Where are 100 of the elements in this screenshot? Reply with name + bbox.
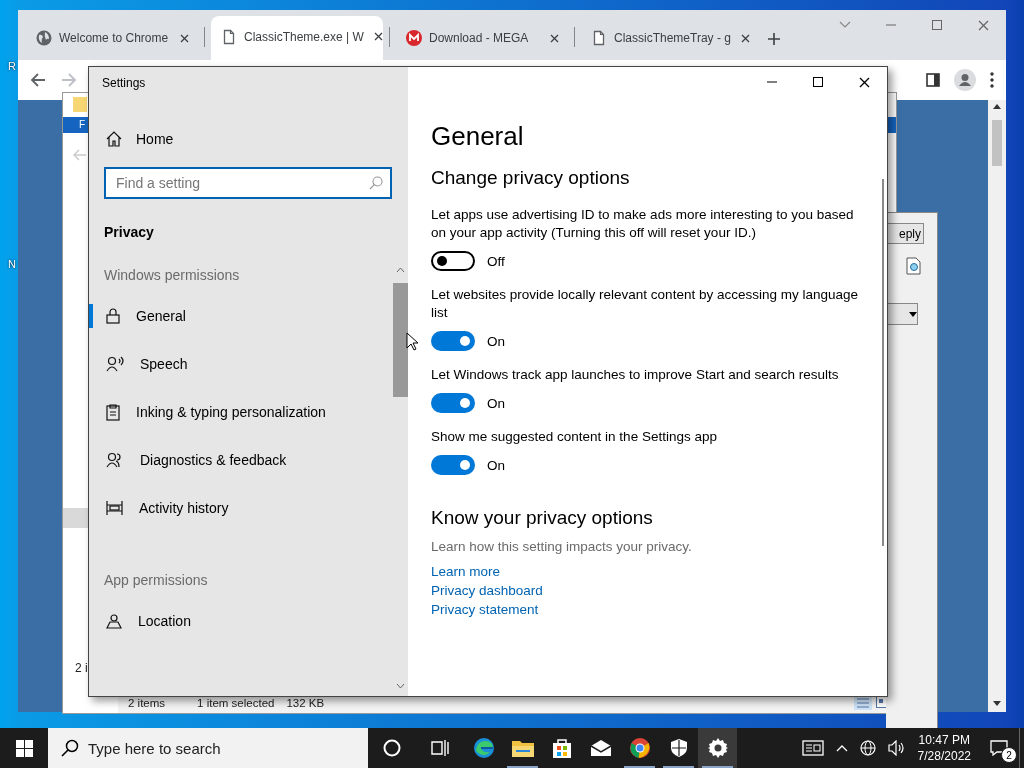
date-text: 7/28/2022: [917, 748, 971, 764]
shield-icon: [669, 738, 688, 758]
section-title: Change privacy options: [431, 166, 631, 190]
profile-icon: [954, 69, 976, 91]
close-icon: [740, 33, 750, 43]
back-arrow-icon: [73, 149, 87, 161]
folder-icon: [510, 738, 535, 758]
ribbon-tab[interactable]: F: [79, 119, 86, 130]
timeline-icon: [106, 500, 123, 516]
chevron-up-icon: [835, 744, 848, 752]
minimize-icon: [767, 81, 777, 83]
dropdown-arrow-icon: [909, 311, 917, 317]
toggle-state-text: Off: [487, 253, 505, 269]
toggle-switch[interactable]: [431, 331, 475, 351]
scrollbar[interactable]: [882, 179, 884, 546]
menu-dots-icon: [990, 72, 994, 88]
location-icon: [106, 613, 122, 629]
section-heading: App permissions: [104, 572, 208, 588]
close-icon: [858, 76, 870, 88]
desktop-icon-label: N: [8, 258, 16, 270]
search-field[interactable]: Find a setting: [104, 167, 392, 199]
scrollbar-thumb[interactable]: [992, 120, 1002, 166]
person-speaking-icon: [106, 356, 124, 372]
nav-item[interactable]: Diagnostics & feedback: [89, 436, 392, 484]
option-description: Show me suggested content in the Settings app: [431, 428, 718, 446]
link[interactable]: Privacy statement: [431, 601, 539, 618]
nav-item[interactable]: Inking & typing personalization: [89, 388, 392, 436]
toggle-state-text: On: [487, 457, 505, 473]
toggle-switch[interactable]: [431, 393, 475, 413]
news-icon: [801, 740, 824, 756]
item-count-text: 2 i: [75, 661, 88, 675]
speaker-icon: [887, 740, 904, 756]
chrome-icon: [628, 737, 651, 759]
desktop-icon-label: R: [8, 60, 16, 72]
section-title: Know your privacy options: [431, 506, 654, 530]
forward-arrow-icon: [61, 72, 77, 88]
option-description: Let Windows track app launches to improve Start and search results: [431, 366, 840, 384]
nav-item[interactable]: Activity history: [89, 484, 392, 532]
scrollbar-thumb[interactable]: [393, 283, 408, 397]
notification-button[interactable]: 2: [979, 728, 1019, 768]
reply-button[interactable]: eply: [886, 223, 924, 244]
search-icon: [61, 739, 79, 757]
option-description: Let apps use advertising ID to make ads more interesting to you based on your app activity (Turning this off will reset your ID.): [431, 206, 855, 242]
window-title: Settings: [101, 75, 147, 92]
status-text: 132 KB: [286, 697, 325, 709]
toggle-switch[interactable]: [431, 455, 475, 475]
page-icon: [221, 28, 237, 45]
scroll-up-icon: [396, 267, 405, 273]
scroll-down-icon: [993, 701, 1001, 706]
time-text: 10:47 PM: [918, 732, 970, 748]
page-title: General: [431, 120, 525, 153]
option-description: Let websites provide locally relevant content by accessing my language list: [431, 286, 859, 322]
dropdown-button[interactable]: [886, 303, 918, 325]
scroll-down-icon: [396, 683, 405, 689]
browser-tab[interactable]: ClassicThemeTray - g: [581, 19, 753, 57]
browser-tab[interactable]: Welcome to Chrome: [26, 19, 198, 57]
clipboard-icon: [106, 403, 120, 421]
task-view-icon: [431, 739, 449, 757]
settings-icon: [707, 738, 728, 758]
browser-tab[interactable]: Download - MEGA: [396, 19, 568, 57]
info-text: Learn how this setting impacts your privacy.: [431, 539, 693, 554]
selected-row-highlight: [63, 508, 89, 528]
toggle-state-text: On: [487, 395, 505, 411]
globe-icon: [859, 740, 876, 756]
status-text: 2 items: [128, 697, 166, 709]
envelope-icon: [589, 739, 612, 757]
taskbar-search-field[interactable]: Type here to search: [48, 728, 368, 768]
globe-icon: [36, 30, 52, 46]
link[interactable]: Learn more: [431, 563, 501, 580]
section-heading: Windows permissions: [104, 267, 240, 283]
scrollbar[interactable]: [988, 100, 1006, 712]
page-icon: [591, 30, 607, 46]
browser-tab[interactable]: ClassicTheme.exe | W: [211, 16, 383, 60]
status-text: 1 item selected: [197, 697, 275, 709]
minimize-icon: [886, 24, 896, 26]
edge-icon: [472, 737, 495, 759]
windows-logo-icon: [15, 739, 33, 757]
toggle-switch[interactable]: [431, 251, 475, 271]
home-nav-item[interactable]: Home: [89, 117, 408, 161]
maximize-icon: [932, 20, 942, 30]
search-document-icon: [906, 257, 922, 275]
chevron-down-icon: [839, 21, 851, 29]
nav-item[interactable]: Location: [89, 597, 392, 645]
close-icon: [180, 33, 189, 43]
scroll-up-icon: [993, 104, 1001, 109]
category-heading: Privacy: [104, 224, 155, 242]
link[interactable]: Privacy dashboard: [431, 582, 543, 599]
plus-icon: [767, 32, 781, 46]
search-icon: [369, 176, 383, 190]
shopping-bag-icon: [551, 737, 572, 759]
clock[interactable]: 10:47 PM 7/28/2022: [909, 732, 979, 764]
lock-icon: [106, 308, 120, 324]
side-panel-icon: [926, 73, 940, 87]
home-icon: [106, 131, 122, 147]
nav-item[interactable]: General: [89, 292, 392, 340]
back-arrow-icon: [30, 72, 46, 88]
close-icon: [550, 33, 559, 43]
nav-item[interactable]: Speech: [89, 340, 392, 388]
taskbar-app-button[interactable]: [698, 728, 737, 768]
folder-icon: [73, 96, 87, 112]
